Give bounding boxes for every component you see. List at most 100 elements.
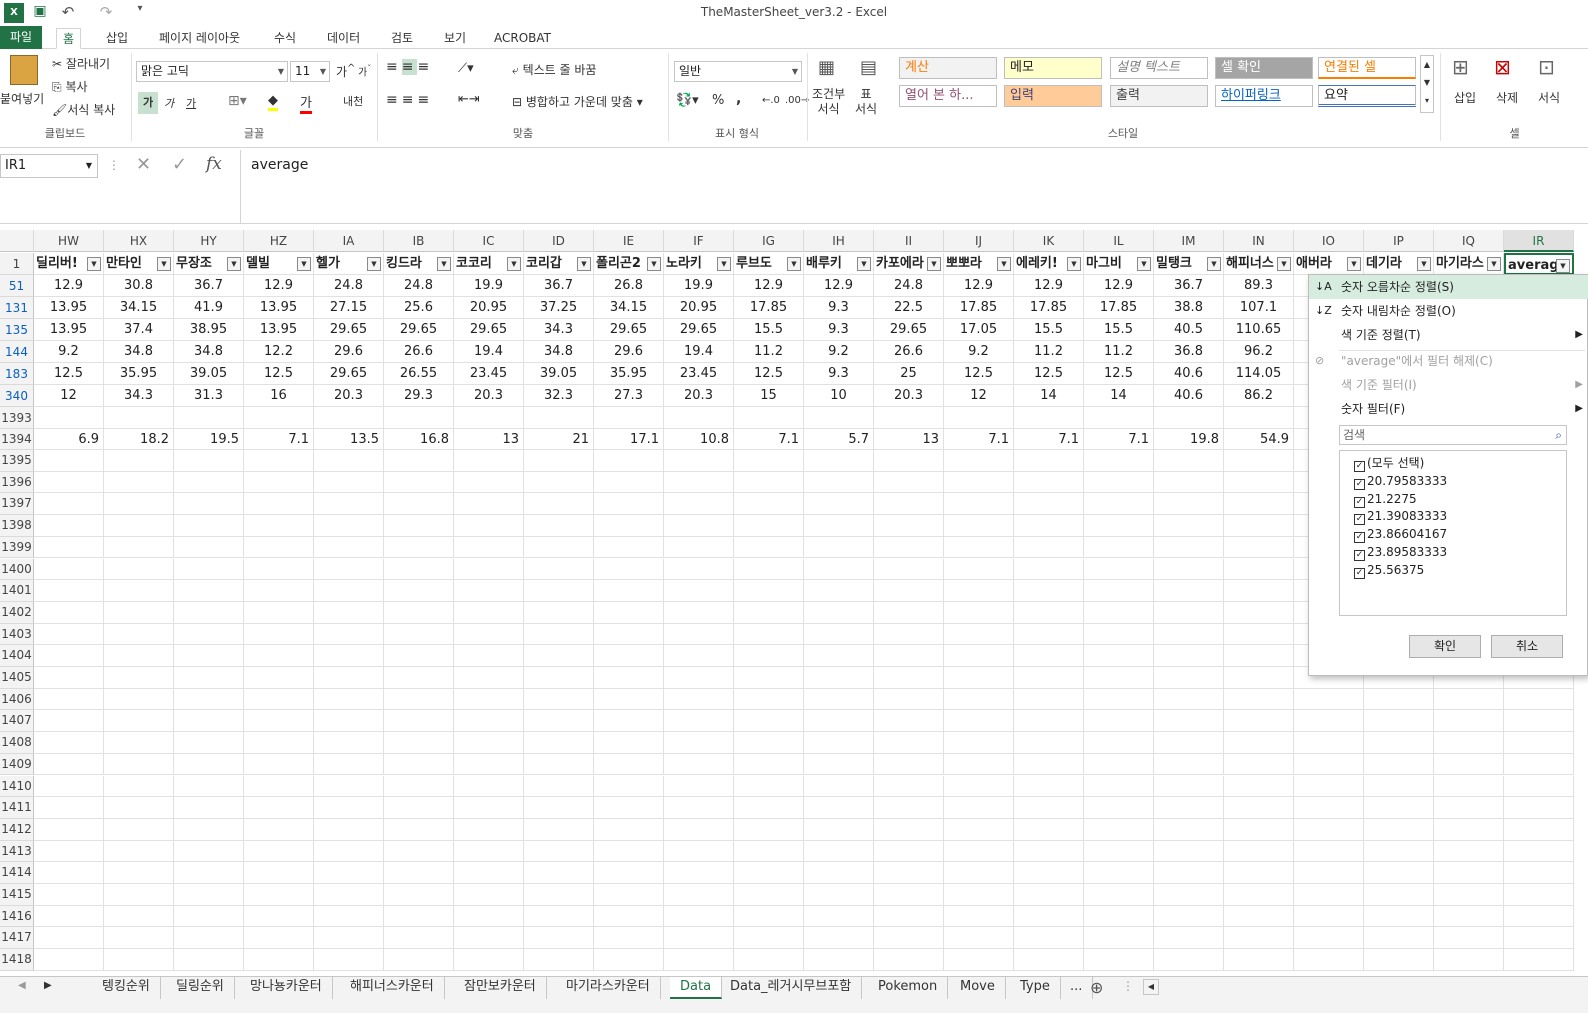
cell[interactable]: 뽀뽀라 ▼ [944, 253, 1014, 275]
cell[interactable]: 38.8 [1154, 297, 1224, 319]
cell[interactable] [1084, 688, 1154, 711]
cell[interactable]: 110.65 [1224, 319, 1294, 341]
cell[interactable] [944, 580, 1014, 602]
cell[interactable] [1084, 797, 1154, 819]
cell[interactable]: 헬가 ▼ [314, 253, 384, 275]
cell[interactable] [454, 797, 524, 819]
cell[interactable] [174, 927, 244, 950]
cell[interactable] [34, 775, 104, 798]
cell-style-9[interactable]: 요약 [1318, 85, 1416, 107]
cell[interactable] [1224, 407, 1294, 429]
cell[interactable] [174, 905, 244, 928]
cell[interactable] [454, 536, 524, 559]
cell[interactable] [1294, 949, 1364, 971]
cell[interactable] [244, 688, 314, 711]
cell[interactable] [384, 710, 454, 733]
cell[interactable] [1014, 558, 1084, 581]
tab-formulas[interactable]: 수식 [268, 28, 302, 49]
cell[interactable] [1014, 407, 1084, 429]
filter-dropdown-button[interactable]: ▼ [647, 257, 661, 271]
cell[interactable] [1224, 536, 1294, 559]
sort-descending-item[interactable]: ↓Z 숫자 내림차순 정렬(O) [1309, 299, 1588, 323]
cell[interactable] [664, 818, 734, 841]
cell[interactable] [34, 688, 104, 711]
cell[interactable] [384, 667, 454, 689]
column-header[interactable]: IA [314, 230, 384, 252]
row-header[interactable]: 51 [0, 275, 34, 297]
cell[interactable] [1504, 688, 1574, 711]
cell[interactable] [1014, 775, 1084, 798]
cell[interactable] [1434, 797, 1504, 819]
cell[interactable] [244, 623, 314, 646]
cell[interactable]: 21 [524, 429, 594, 450]
cell[interactable] [664, 407, 734, 429]
cell[interactable] [1224, 450, 1294, 472]
cell[interactable] [104, 515, 174, 537]
cell[interactable] [1504, 884, 1574, 906]
cell[interactable] [524, 840, 594, 863]
cell[interactable] [454, 471, 524, 494]
cell[interactable] [104, 753, 174, 776]
row-header[interactable]: 340 [0, 385, 34, 407]
cell[interactable] [1154, 645, 1224, 667]
cell[interactable] [944, 407, 1014, 429]
cell[interactable] [1364, 840, 1434, 863]
cell[interactable] [594, 775, 664, 798]
cell[interactable] [594, 623, 664, 646]
cell[interactable] [944, 471, 1014, 494]
cell[interactable] [804, 884, 874, 906]
filter-value-item[interactable]: ✓ (모두 선택) [1354, 455, 1424, 472]
conditional-format-button[interactable]: 조건부 서식 [812, 87, 845, 117]
cell[interactable] [314, 797, 384, 819]
cell[interactable] [944, 688, 1014, 711]
cell[interactable] [1294, 927, 1364, 950]
cell[interactable]: 만타인 ▼ [104, 253, 174, 275]
column-header[interactable]: II [874, 230, 944, 252]
cell[interactable] [944, 927, 1014, 950]
cell[interactable] [384, 884, 454, 906]
cell[interactable]: 17.05 [944, 319, 1014, 341]
cell[interactable] [1224, 667, 1294, 689]
enter-icon[interactable]: ✓ [172, 154, 187, 175]
sheet-tab[interactable]: Move [950, 977, 1006, 999]
cell[interactable]: 29.65 [384, 319, 454, 341]
cell[interactable] [1014, 580, 1084, 602]
cell[interactable] [1014, 753, 1084, 776]
cell[interactable] [244, 905, 314, 928]
cell[interactable] [1084, 710, 1154, 733]
checkbox-checked-icon[interactable]: ✓ [1354, 514, 1365, 526]
cell[interactable] [384, 775, 454, 798]
cell[interactable] [804, 840, 874, 863]
cell[interactable] [734, 710, 804, 733]
cell[interactable]: 17.85 [1014, 297, 1084, 319]
cell[interactable]: 12.9 [1084, 275, 1154, 297]
cell[interactable] [874, 558, 944, 581]
cell[interactable] [874, 471, 944, 494]
cell[interactable] [594, 753, 664, 776]
italic-button[interactable]: 가 [164, 95, 174, 111]
cell[interactable]: 13.95 [244, 297, 314, 319]
cell[interactable] [804, 493, 874, 516]
cell[interactable] [594, 667, 664, 689]
sheet-tab[interactable]: 해피너스카운터 [340, 977, 445, 999]
filter-dropdown-button[interactable]: ▼ [1067, 257, 1081, 271]
cell[interactable] [1504, 753, 1574, 776]
cell[interactable] [594, 493, 664, 516]
cell[interactable] [1504, 797, 1574, 819]
cell[interactable] [454, 732, 524, 754]
decimal-increase-icon[interactable]: ←.0 [762, 95, 780, 106]
cell[interactable] [594, 645, 664, 667]
cell[interactable] [314, 753, 384, 776]
cell[interactable] [174, 818, 244, 841]
cell[interactable] [804, 623, 874, 646]
cell[interactable]: 11.2 [1014, 341, 1084, 363]
cell[interactable] [1084, 450, 1154, 472]
cell[interactable]: 34.15 [104, 297, 174, 319]
cell[interactable] [1434, 688, 1504, 711]
cell[interactable] [244, 797, 314, 819]
cell[interactable] [454, 645, 524, 667]
cell[interactable] [734, 688, 804, 711]
cell[interactable]: 13.95 [244, 319, 314, 341]
filter-dropdown-button[interactable]: ▼ [367, 257, 381, 271]
cell[interactable] [454, 775, 524, 798]
